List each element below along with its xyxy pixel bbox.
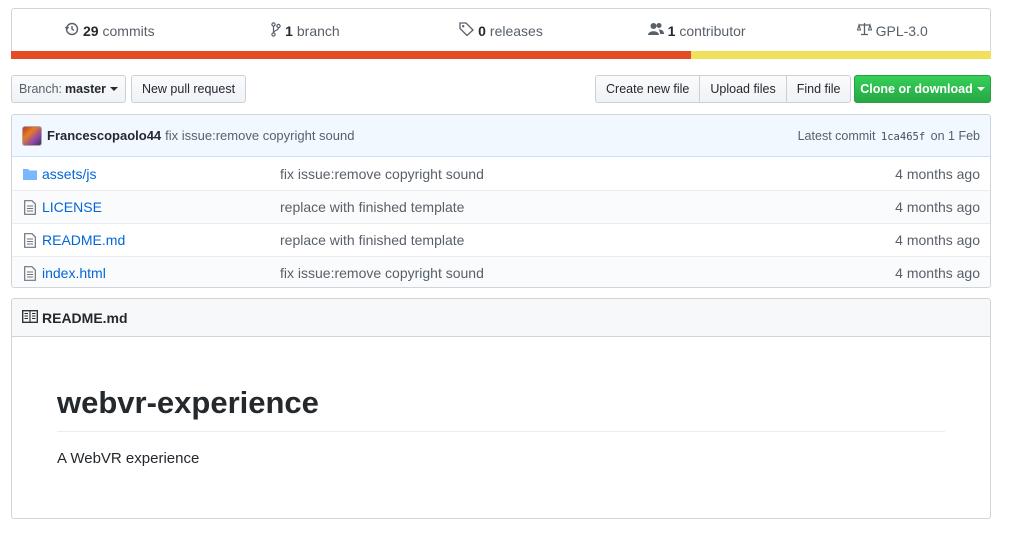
file-row: README.md replace with finished template 4… [12, 223, 990, 256]
file-commit-message[interactable]: replace with finished template [280, 199, 895, 215]
readme-box: README.md webvr-experience A WebVR exper… [11, 298, 991, 519]
avatar[interactable] [22, 125, 42, 146]
branches-label: branch [296, 22, 340, 39]
file-commit-message[interactable]: replace with finished template [280, 232, 895, 248]
contributors-count: 1 [667, 22, 676, 39]
latest-commit-bar: Francescopaolo44 fix issue:remove copyri… [12, 115, 990, 157]
readme-description: A WebVR experience [57, 450, 200, 467]
chevron-down-icon [110, 87, 119, 91]
language-segment[interactable] [11, 51, 692, 59]
branches-link[interactable]: 1 branch [208, 21, 404, 40]
create-new-file-button[interactable]: Create new file [595, 75, 701, 103]
file-actions-group: Create new file Upload files Find file [595, 75, 852, 103]
readme-title: webvr-experience [57, 385, 945, 432]
contributors-link[interactable]: 1 contributor [599, 22, 795, 39]
law-icon [856, 22, 876, 39]
commit-author[interactable]: Francescopaolo44 [47, 128, 161, 143]
people-icon [647, 22, 668, 39]
readme-header: README.md [12, 299, 990, 337]
latest-commit-info: Latest commit 1ca465f on 1 Feb [798, 129, 980, 143]
file-icon [22, 265, 38, 281]
branch-name: master [65, 82, 107, 96]
license-label: GPL-3.0 [875, 22, 928, 39]
file-row: LICENSE replace with finished template 4 m… [12, 190, 990, 223]
folder-icon [22, 168, 38, 180]
new-pull-request-button[interactable]: New pull request [131, 75, 246, 103]
history-icon [64, 22, 83, 39]
language-bar[interactable] [11, 51, 991, 59]
file-name-link[interactable]: README.md [42, 232, 280, 248]
repo-summary: 29 commits 1 branch 0 releases 1 contrib… [11, 8, 991, 59]
clone-download-button[interactable]: Clone or download [854, 75, 991, 103]
find-file-button[interactable]: Find file [785, 75, 852, 103]
file-icon [22, 232, 38, 248]
license-link[interactable]: GPL-3.0 [794, 22, 990, 39]
file-row: index.html fix issue:remove copyright sou… [12, 256, 990, 287]
file-icon [22, 199, 38, 215]
file-table: Francescopaolo44 fix issue:remove copyri… [11, 114, 991, 288]
commits-label: commits [102, 22, 155, 39]
clone-label: Clone or download [860, 82, 973, 96]
file-age: 4 months ago [895, 265, 980, 281]
readme-filename: README.md [42, 309, 128, 326]
readme-content: webvr-experience A WebVR experience [12, 337, 990, 467]
releases-count: 0 [478, 22, 486, 39]
branches-count: 1 [285, 22, 293, 39]
file-age: 4 months ago [895, 199, 980, 215]
file-name-link[interactable]: assets/js [42, 166, 280, 182]
upload-files-button[interactable]: Upload files [699, 75, 787, 103]
file-age: 4 months ago [895, 165, 980, 182]
branch-select-button[interactable]: Branch: master [11, 75, 126, 103]
chevron-down-icon [976, 87, 985, 91]
tag-icon [459, 22, 478, 39]
latest-commit-prefix: Latest commit [797, 128, 876, 143]
file-name-link[interactable]: LICENSE [42, 199, 280, 215]
releases-label: releases [489, 22, 543, 39]
branch-prefix: Branch: [18, 82, 63, 96]
file-name-link[interactable]: index.html [42, 265, 280, 281]
commit-message[interactable]: fix issue:remove copyright sound [165, 128, 354, 143]
language-segment[interactable] [691, 51, 991, 59]
file-age: 4 months ago [895, 232, 980, 248]
commit-date: on 1 Feb [930, 128, 980, 143]
commit-sha[interactable]: 1ca465f [881, 131, 925, 143]
file-commit-message[interactable]: fix issue:remove copyright sound [280, 265, 895, 281]
book-icon [22, 309, 42, 326]
commits-link[interactable]: 29 commits [12, 22, 208, 39]
file-commit-message[interactable]: fix issue:remove copyright sound [280, 166, 895, 182]
commits-count: 29 [82, 22, 99, 39]
releases-link[interactable]: 0 releases [403, 22, 599, 39]
contributors-label: contributor [679, 22, 746, 39]
file-row: assets/js fix issue:remove copyright soun… [12, 157, 990, 190]
git-branch-icon [271, 21, 285, 40]
